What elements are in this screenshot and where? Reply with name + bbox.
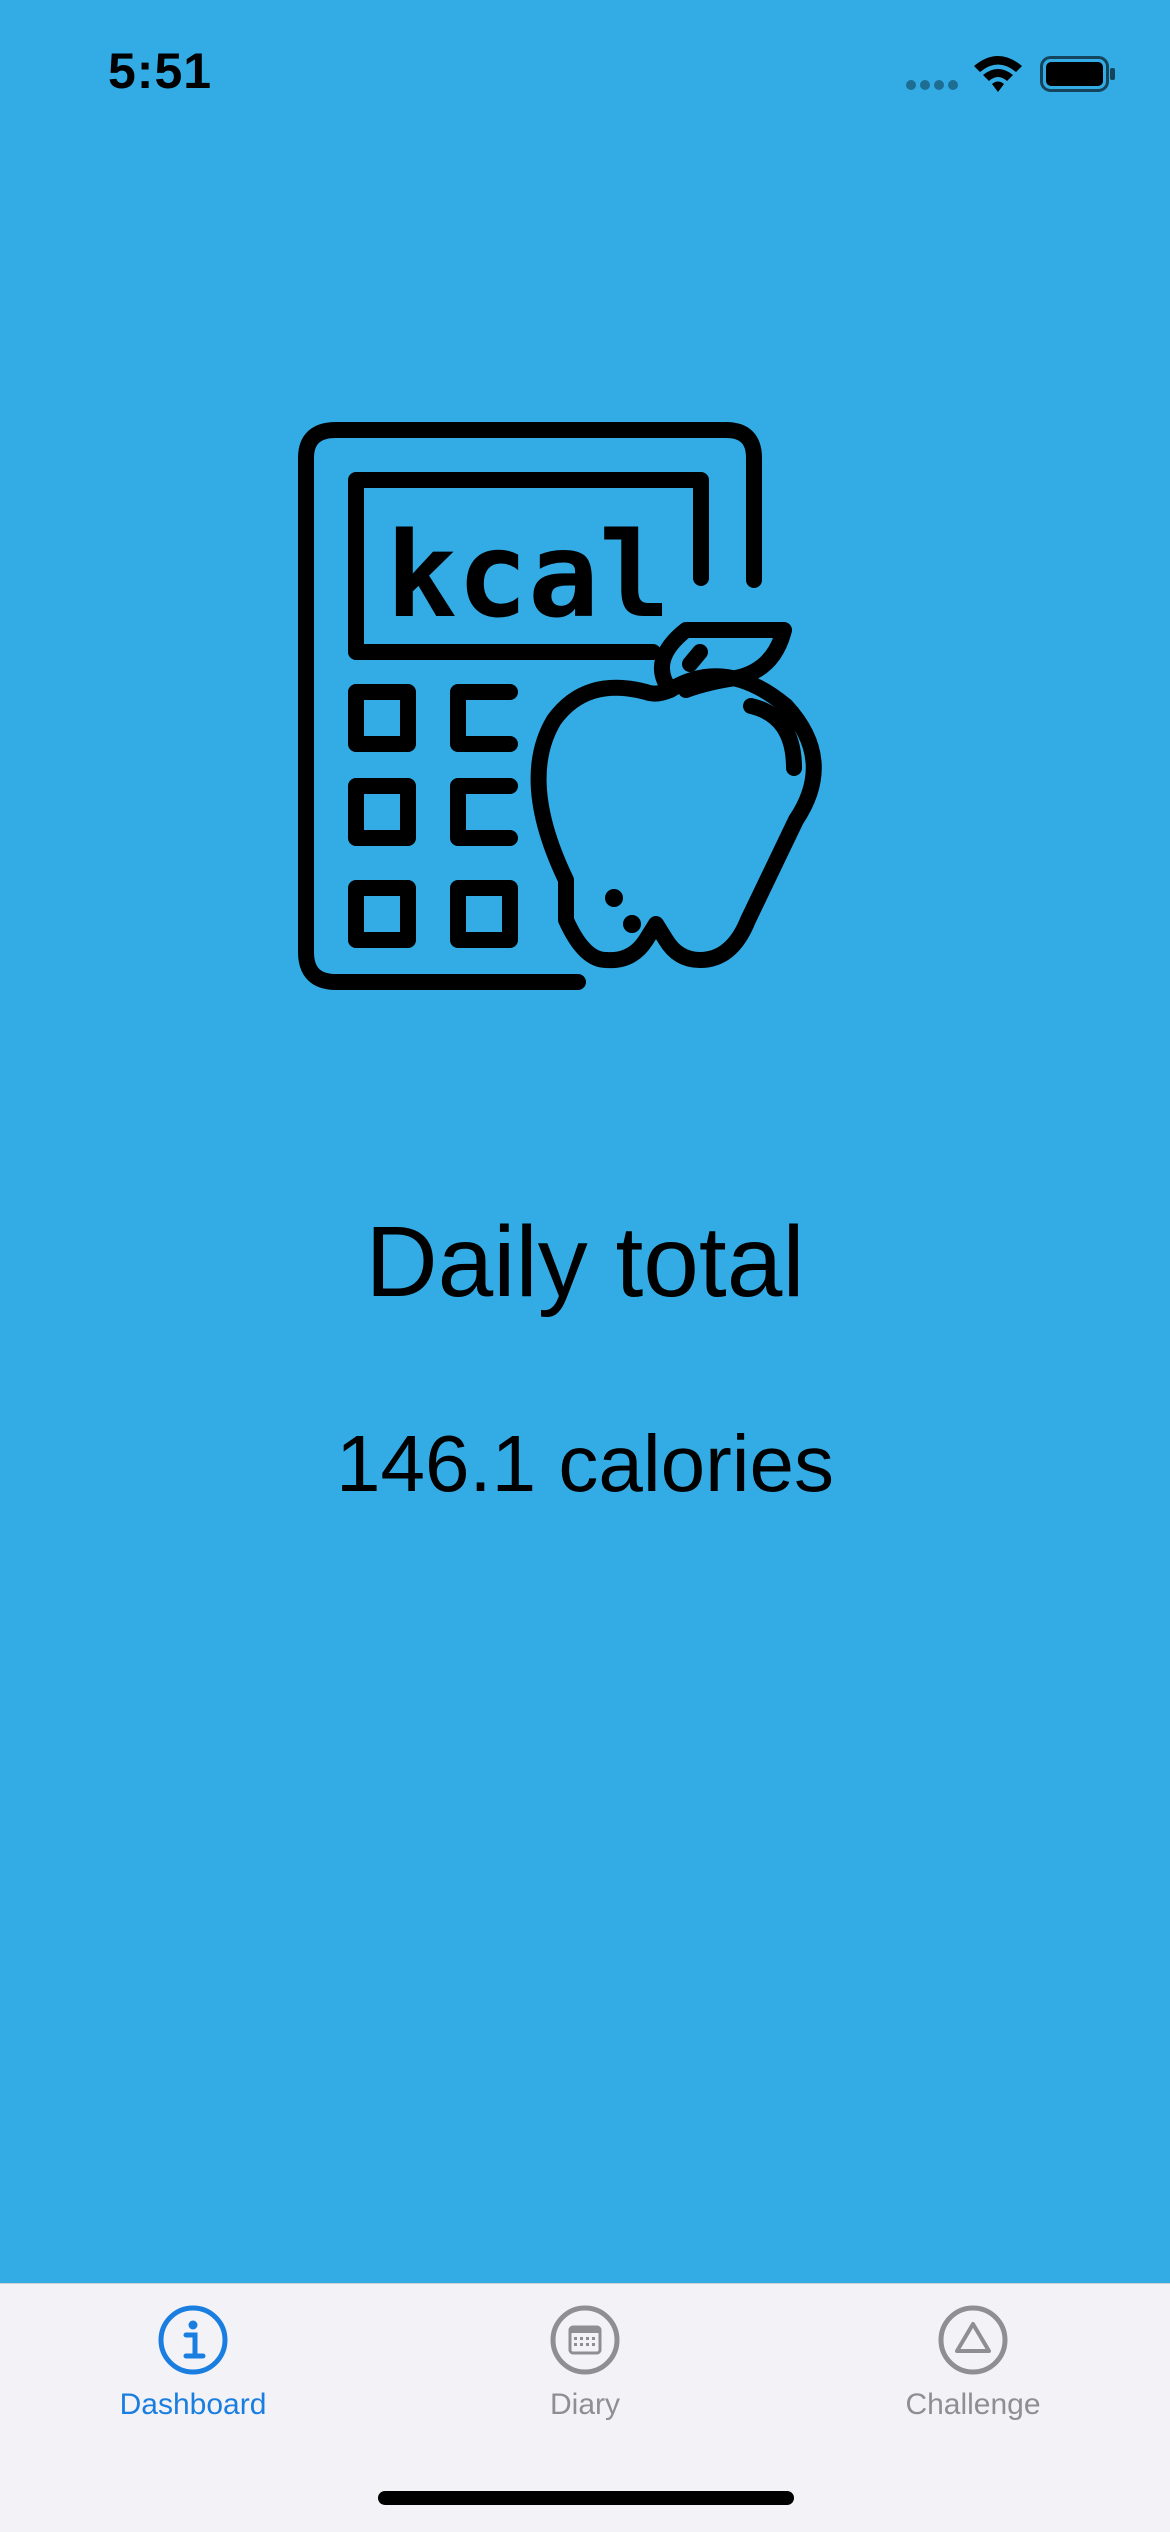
kcal-label: kcal [386, 506, 670, 644]
tab-challenge[interactable]: Challenge [853, 2304, 1093, 2454]
status-time: 5:51 [108, 43, 213, 99]
wifi-icon [974, 56, 1022, 92]
tab-diary[interactable]: Diary [465, 2304, 705, 2454]
tab-label-dashboard: Dashboard [119, 2388, 267, 2421]
calculator-apple-icon: kcal [298, 422, 822, 990]
home-indicator[interactable] [378, 2491, 794, 2505]
triangle-icon [938, 2305, 1008, 2375]
tab-label-challenge: Challenge [905, 2388, 1041, 2421]
page-title: Daily total [365, 1206, 805, 1318]
tab-label-diary: Diary [549, 2388, 620, 2421]
tab-dashboard[interactable]: Dashboard [73, 2304, 313, 2454]
info-icon [158, 2305, 228, 2375]
calories-value: 146.1 calories [335, 1419, 835, 1508]
battery-icon [1040, 56, 1115, 92]
calendar-icon [550, 2305, 620, 2375]
dashboard-screen: 5:51 kcal Daily total 146.1 calories Das… [0, 0, 1170, 2532]
cellular-signal-icon [906, 80, 958, 90]
tab-bar: Dashboard Diary Challenge [0, 2283, 1170, 2532]
status-bar: 5:51 [0, 0, 1170, 150]
